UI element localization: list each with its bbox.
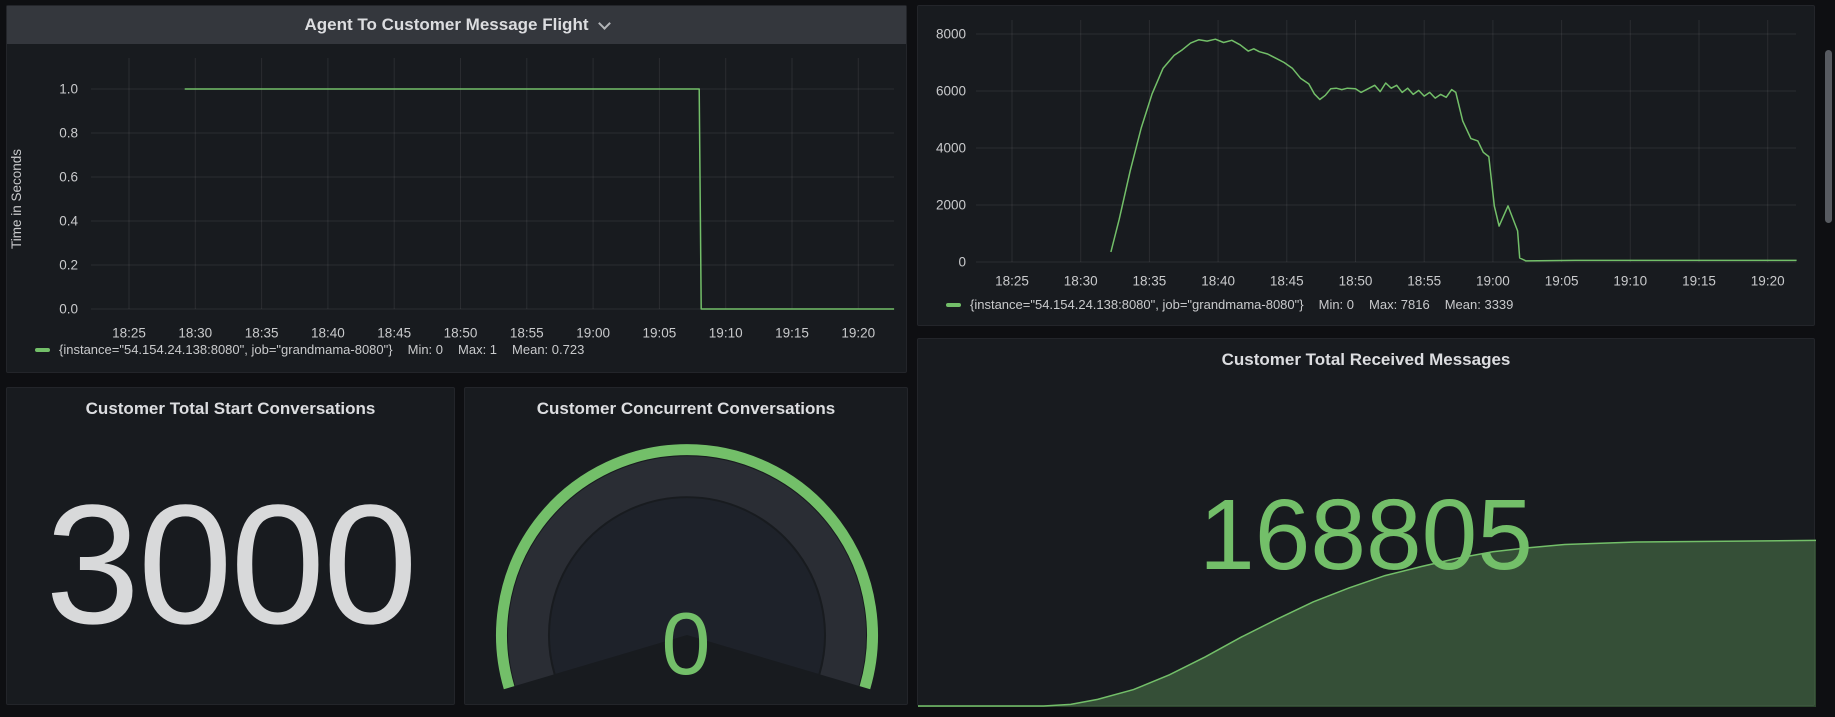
series-color-dash-icon xyxy=(35,348,50,352)
panel-title[interactable]: Customer Concurrent Conversations xyxy=(465,399,907,419)
panel-title[interactable]: Customer Total Start Conversations xyxy=(7,399,454,419)
panel-concurrent-conversations: Customer Concurrent Conversations 0 xyxy=(464,387,908,705)
legend-max: Max: 1 xyxy=(458,342,497,357)
svg-text:19:05: 19:05 xyxy=(643,326,677,341)
legend: {instance="54.154.24.138:8080", job="gra… xyxy=(35,342,584,357)
svg-text:18:30: 18:30 xyxy=(178,326,212,341)
stat-area: 3000 xyxy=(7,426,454,704)
gauge-value: 0 xyxy=(465,600,907,688)
svg-text:0.8: 0.8 xyxy=(59,126,78,141)
panel-title[interactable]: Agent To Customer Message Flight xyxy=(305,15,589,35)
svg-text:18:40: 18:40 xyxy=(1201,274,1235,289)
svg-text:0.0: 0.0 xyxy=(59,302,78,317)
scrollbar-thumb[interactable] xyxy=(1825,50,1832,223)
panel-agent-to-customer-message-flight: Agent To Customer Message Flight 18:2518… xyxy=(6,5,907,373)
svg-text:18:45: 18:45 xyxy=(1270,274,1304,289)
panel-title[interactable]: Customer Total Received Messages xyxy=(918,350,1814,370)
legend-mean: Mean: 0.723 xyxy=(512,342,584,357)
svg-text:18:45: 18:45 xyxy=(377,326,411,341)
agent-flight-chart[interactable]: 18:25 18:30 18:35 18:40 18:45 18:50 18:55 19:00… xyxy=(7,6,906,372)
svg-text:6000: 6000 xyxy=(936,84,966,99)
svg-text:18:40: 18:40 xyxy=(311,326,345,341)
panel-total-start-conversations: Customer Total Start Conversations 3000 xyxy=(6,387,455,705)
svg-text:18:25: 18:25 xyxy=(995,274,1029,289)
throughput-chart[interactable]: 18:25 18:30 18:35 18:40 18:45 18:50 18:55 19:00… xyxy=(918,6,1814,325)
svg-text:18:50: 18:50 xyxy=(1339,274,1373,289)
panel-header[interactable]: Agent To Customer Message Flight xyxy=(7,6,906,44)
legend-max: Max: 7816 xyxy=(1369,297,1430,312)
svg-text:2000: 2000 xyxy=(936,198,966,213)
svg-text:19:20: 19:20 xyxy=(1751,274,1785,289)
svg-text:0.6: 0.6 xyxy=(59,170,78,185)
svg-text:18:55: 18:55 xyxy=(510,326,544,341)
svg-text:19:20: 19:20 xyxy=(841,326,875,341)
legend-min: Min: 0 xyxy=(408,342,443,357)
svg-text:19:05: 19:05 xyxy=(1545,274,1579,289)
panel-total-received-messages: Customer Total Received Messages 168805 xyxy=(917,338,1815,706)
svg-text:18:35: 18:35 xyxy=(245,326,279,341)
legend-series-label[interactable]: {instance="54.154.24.138:8080", job="gra… xyxy=(59,342,393,357)
series-color-dash-icon xyxy=(946,303,961,307)
stat-value: 168805 xyxy=(918,485,1814,585)
svg-text:19:00: 19:00 xyxy=(576,326,610,341)
svg-text:19:15: 19:15 xyxy=(775,326,809,341)
svg-text:19:10: 19:10 xyxy=(709,326,743,341)
legend-mean: Mean: 3339 xyxy=(1445,297,1514,312)
svg-text:18:30: 18:30 xyxy=(1064,274,1098,289)
stat-value: 3000 xyxy=(45,480,415,650)
svg-text:18:50: 18:50 xyxy=(444,326,478,341)
svg-text:4000: 4000 xyxy=(936,141,966,156)
legend-series-label[interactable]: {instance="54.154.24.138:8080", job="gra… xyxy=(970,297,1304,312)
svg-text:Time in Seconds: Time in Seconds xyxy=(9,149,24,249)
svg-text:0.4: 0.4 xyxy=(59,214,78,229)
svg-text:8000: 8000 xyxy=(936,27,966,42)
chevron-down-icon[interactable] xyxy=(598,17,611,30)
svg-text:19:10: 19:10 xyxy=(1613,274,1647,289)
svg-text:0.2: 0.2 xyxy=(59,258,78,273)
svg-text:18:35: 18:35 xyxy=(1133,274,1167,289)
svg-text:18:25: 18:25 xyxy=(112,326,146,341)
svg-text:19:00: 19:00 xyxy=(1476,274,1510,289)
legend-min: Min: 0 xyxy=(1319,297,1354,312)
legend: {instance="54.154.24.138:8080", job="gra… xyxy=(946,297,1513,312)
svg-text:18:55: 18:55 xyxy=(1407,274,1441,289)
svg-text:0: 0 xyxy=(958,255,966,270)
panel-message-throughput: 18:25 18:30 18:35 18:40 18:45 18:50 18:55 19:00… xyxy=(917,5,1815,326)
grafana-dashboard: Agent To Customer Message Flight 18:2518… xyxy=(0,0,1835,717)
svg-text:19:15: 19:15 xyxy=(1682,274,1716,289)
svg-text:1.0: 1.0 xyxy=(59,82,78,97)
